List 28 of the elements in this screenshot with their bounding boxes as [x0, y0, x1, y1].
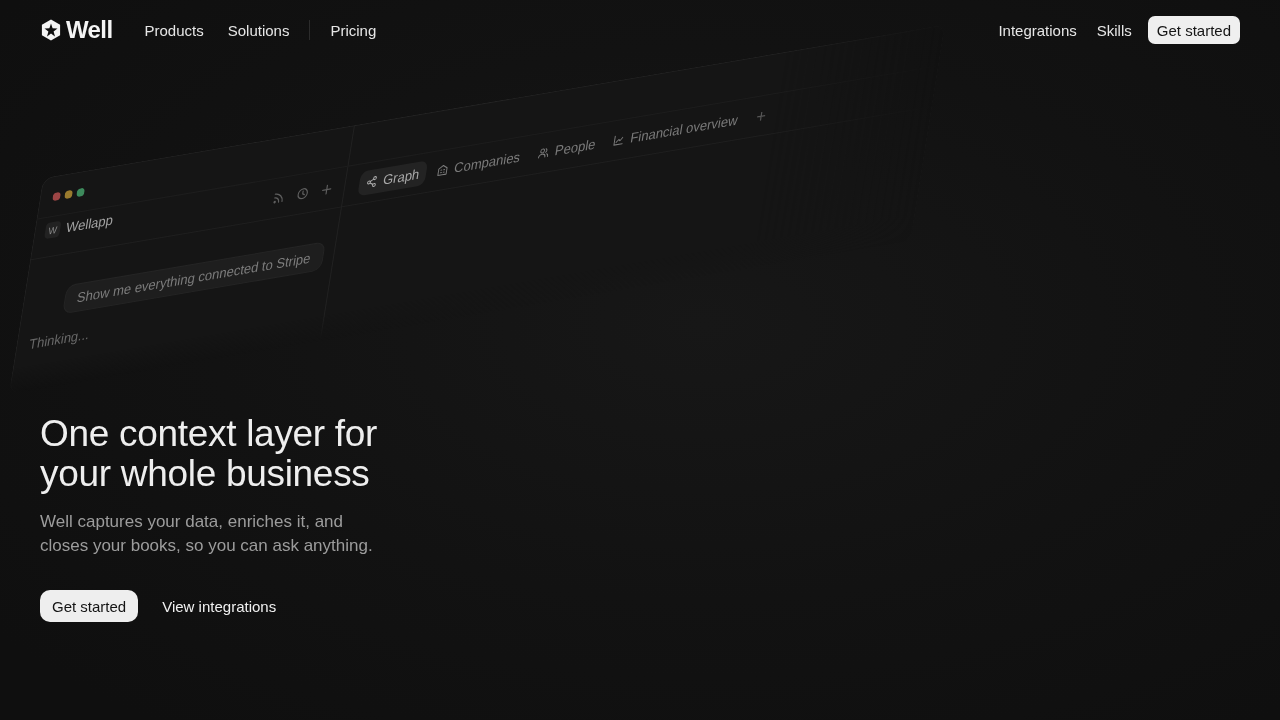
- line-chart-icon: [612, 133, 626, 147]
- nav-link[interactable]: Solutions: [227, 21, 290, 39]
- people-icon: [537, 145, 551, 160]
- workspace-avatar: W: [43, 220, 62, 240]
- nav-link[interactable]: Skills: [1096, 21, 1132, 39]
- tab[interactable]: Financial overview: [604, 106, 747, 155]
- clock-icon[interactable]: [296, 186, 310, 201]
- tab[interactable]: Companies: [428, 143, 530, 185]
- get-started-button[interactable]: Get started: [1147, 16, 1240, 44]
- feed-icon[interactable]: [272, 190, 286, 205]
- building-icon: [436, 163, 450, 177]
- logo-link[interactable]: Well: [40, 16, 113, 44]
- nav-link[interactable]: Integrations: [998, 21, 1077, 39]
- nav-link[interactable]: Products: [144, 21, 204, 39]
- workspace-name[interactable]: Wellapp: [64, 211, 115, 236]
- tab[interactable]: People: [529, 130, 605, 168]
- logo-icon: [40, 19, 62, 41]
- add-tab-icon[interactable]: [755, 109, 768, 122]
- get-started-button[interactable]: Get started: [40, 590, 139, 622]
- tab[interactable]: Graph: [357, 160, 429, 197]
- view-integrations-link[interactable]: View integrations: [162, 597, 277, 615]
- window-control-icon: [76, 186, 86, 197]
- hero-heading: One context layer for your whole business: [40, 414, 379, 494]
- share-nodes-icon: [365, 175, 379, 189]
- plus-icon[interactable]: [320, 182, 334, 197]
- status-text: Thinking...: [27, 326, 91, 353]
- nav-link[interactable]: Pricing: [330, 21, 377, 39]
- hero-subtitle: Well captures your data, enriches it, and closes your books, so you can ask anything.: [40, 511, 374, 557]
